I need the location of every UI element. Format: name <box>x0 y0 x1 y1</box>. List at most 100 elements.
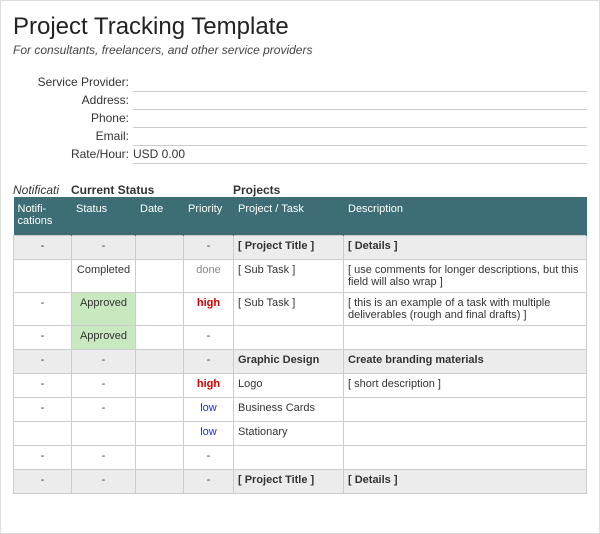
cell <box>136 446 184 470</box>
cell: low <box>184 422 234 446</box>
col-date: Date <box>136 197 184 236</box>
table-row: ---[ Project Title ][ Details ] <box>14 470 587 494</box>
col-status: Status <box>72 197 136 236</box>
info-value[interactable] <box>133 111 587 128</box>
cell: - <box>72 236 136 260</box>
info-value[interactable] <box>133 93 587 110</box>
table-row: ---[ Project Title ][ Details ] <box>14 236 587 260</box>
col-notifications: Notifi- cations <box>14 197 72 236</box>
cell: - <box>184 326 234 350</box>
cell <box>136 236 184 260</box>
page-subtitle: For consultants, freelancers, and other … <box>13 43 587 57</box>
cell: - <box>14 374 72 398</box>
cell: - <box>14 350 72 374</box>
cell: - <box>14 470 72 494</box>
info-label: Service Provider: <box>13 75 133 89</box>
cell: - <box>14 236 72 260</box>
page-title: Project Tracking Template <box>13 13 587 41</box>
cell: - <box>14 398 72 422</box>
cell: - <box>184 350 234 374</box>
tracking-table: Notifi- cations Status Date Priority Pro… <box>13 197 587 494</box>
cell: - <box>72 470 136 494</box>
cell: [ Sub Task ] <box>234 260 344 293</box>
section-label-status: Current Status <box>71 183 233 197</box>
cell: [ Project Title ] <box>234 470 344 494</box>
cell: - <box>184 446 234 470</box>
section-label-notifications: Notificati <box>13 183 71 197</box>
cell <box>14 422 72 446</box>
cell <box>344 422 587 446</box>
cell: - <box>72 398 136 422</box>
cell <box>136 293 184 326</box>
table-body: ---[ Project Title ][ Details ]Completed… <box>14 236 587 494</box>
info-label: Phone: <box>13 111 133 125</box>
col-project: Project / Task <box>234 197 344 236</box>
cell <box>344 326 587 350</box>
cell: [ use comments for longer descriptions, … <box>344 260 587 293</box>
table-row: ---Graphic DesignCreate branding materia… <box>14 350 587 374</box>
cell: Approved <box>72 293 136 326</box>
cell: [ Sub Task ] <box>234 293 344 326</box>
cell: [ Details ] <box>344 236 587 260</box>
cell: [ Project Title ] <box>234 236 344 260</box>
info-value[interactable] <box>133 75 587 92</box>
cell: - <box>14 326 72 350</box>
info-value[interactable] <box>133 129 587 146</box>
cell <box>136 326 184 350</box>
info-row: Rate/Hour:USD 0.00 <box>13 147 587 165</box>
cell: Completed <box>72 260 136 293</box>
cell <box>136 470 184 494</box>
cell <box>136 350 184 374</box>
section-labels: Notificati Current Status Projects <box>13 183 587 197</box>
cell <box>344 398 587 422</box>
cell: - <box>14 446 72 470</box>
cell: high <box>184 293 234 326</box>
cell: low <box>184 398 234 422</box>
info-value[interactable]: USD 0.00 <box>133 147 587 164</box>
cell: [ short description ] <box>344 374 587 398</box>
cell: Graphic Design <box>234 350 344 374</box>
info-label: Email: <box>13 129 133 143</box>
info-label: Address: <box>13 93 133 107</box>
cell <box>136 422 184 446</box>
cell: - <box>184 236 234 260</box>
cell: Create branding materials <box>344 350 587 374</box>
info-row: Service Provider: <box>13 75 587 93</box>
cell: high <box>184 374 234 398</box>
cell <box>344 446 587 470</box>
cell: Stationary <box>234 422 344 446</box>
table-row: lowStationary <box>14 422 587 446</box>
cell: Logo <box>234 374 344 398</box>
table-header-row: Notifi- cations Status Date Priority Pro… <box>14 197 587 236</box>
table-row: --- <box>14 446 587 470</box>
cell <box>136 374 184 398</box>
cell: - <box>184 470 234 494</box>
col-priority: Priority <box>184 197 234 236</box>
cell: done <box>184 260 234 293</box>
cell: - <box>72 446 136 470</box>
cell <box>234 446 344 470</box>
cell: Approved <box>72 326 136 350</box>
cell <box>14 260 72 293</box>
table-row: -Approved high[ Sub Task ][ this is an ex… <box>14 293 587 326</box>
cell <box>136 398 184 422</box>
info-label: Rate/Hour: <box>13 147 133 161</box>
cell: - <box>14 293 72 326</box>
cell: [ Details ] <box>344 470 587 494</box>
section-label-projects: Projects <box>233 183 587 197</box>
info-row: Address: <box>13 93 587 111</box>
col-description: Description <box>344 197 587 236</box>
table-row: Completed done[ Sub Task ][ use comments … <box>14 260 587 293</box>
table-row: -- lowBusiness Cards <box>14 398 587 422</box>
cell: - <box>72 374 136 398</box>
cell: [ this is an example of a task with mult… <box>344 293 587 326</box>
cell <box>234 326 344 350</box>
cell: Business Cards <box>234 398 344 422</box>
info-block: Service Provider: Address: Phone: Email: Rat… <box>13 75 587 165</box>
table-row: -Approved- <box>14 326 587 350</box>
cell <box>72 422 136 446</box>
table-row: -- highLogo[ short description ] <box>14 374 587 398</box>
cell <box>136 260 184 293</box>
cell: - <box>72 350 136 374</box>
info-row: Phone: <box>13 111 587 129</box>
